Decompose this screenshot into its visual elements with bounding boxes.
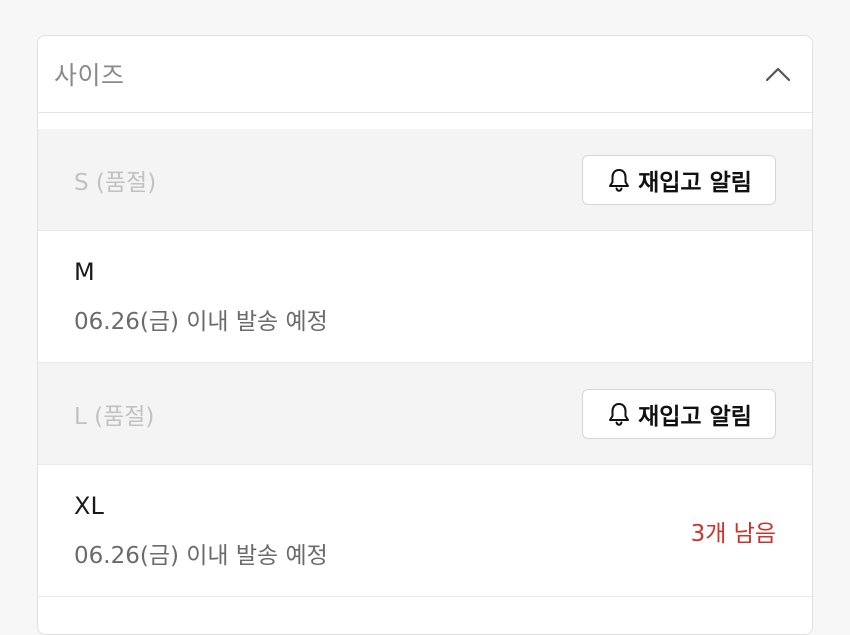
size-dropdown: 사이즈 S (품절) 재입고 알림 M 06.26(금) 이내 발송 예정 L … bbox=[37, 35, 813, 635]
shipping-estimate: 06.26(금) 이내 발송 예정 bbox=[74, 542, 328, 569]
restock-alert-label: 재입고 알림 bbox=[638, 169, 752, 196]
restock-alert-label: 재입고 알림 bbox=[638, 403, 752, 430]
bell-icon bbox=[606, 401, 632, 427]
size-option-s: S (품절) 재입고 알림 bbox=[38, 129, 812, 231]
size-option-l: L (품절) 재입고 알림 bbox=[38, 363, 812, 465]
shipping-estimate: 06.26(금) 이내 발송 예정 bbox=[74, 308, 328, 335]
size-option-label: M bbox=[74, 257, 95, 286]
stock-remaining-badge: 3개 남음 bbox=[690, 520, 776, 547]
bell-icon bbox=[606, 167, 632, 193]
size-option-label: XL bbox=[74, 491, 104, 520]
size-option-label: L (품절) bbox=[74, 403, 155, 430]
dropdown-title: 사이즈 bbox=[54, 61, 125, 90]
size-option-m[interactable]: M 06.26(금) 이내 발송 예정 bbox=[38, 231, 812, 363]
restock-alert-button[interactable]: 재입고 알림 bbox=[582, 154, 776, 205]
list-top-gap bbox=[38, 113, 812, 129]
chevron-up-icon[interactable] bbox=[764, 60, 792, 88]
size-option-label: S (품절) bbox=[74, 169, 157, 196]
size-option-xl[interactable]: XL 06.26(금) 이내 발송 예정 3개 남음 bbox=[38, 465, 812, 597]
size-dropdown-header[interactable]: 사이즈 bbox=[38, 36, 812, 113]
restock-alert-button[interactable]: 재입고 알림 bbox=[582, 388, 776, 439]
